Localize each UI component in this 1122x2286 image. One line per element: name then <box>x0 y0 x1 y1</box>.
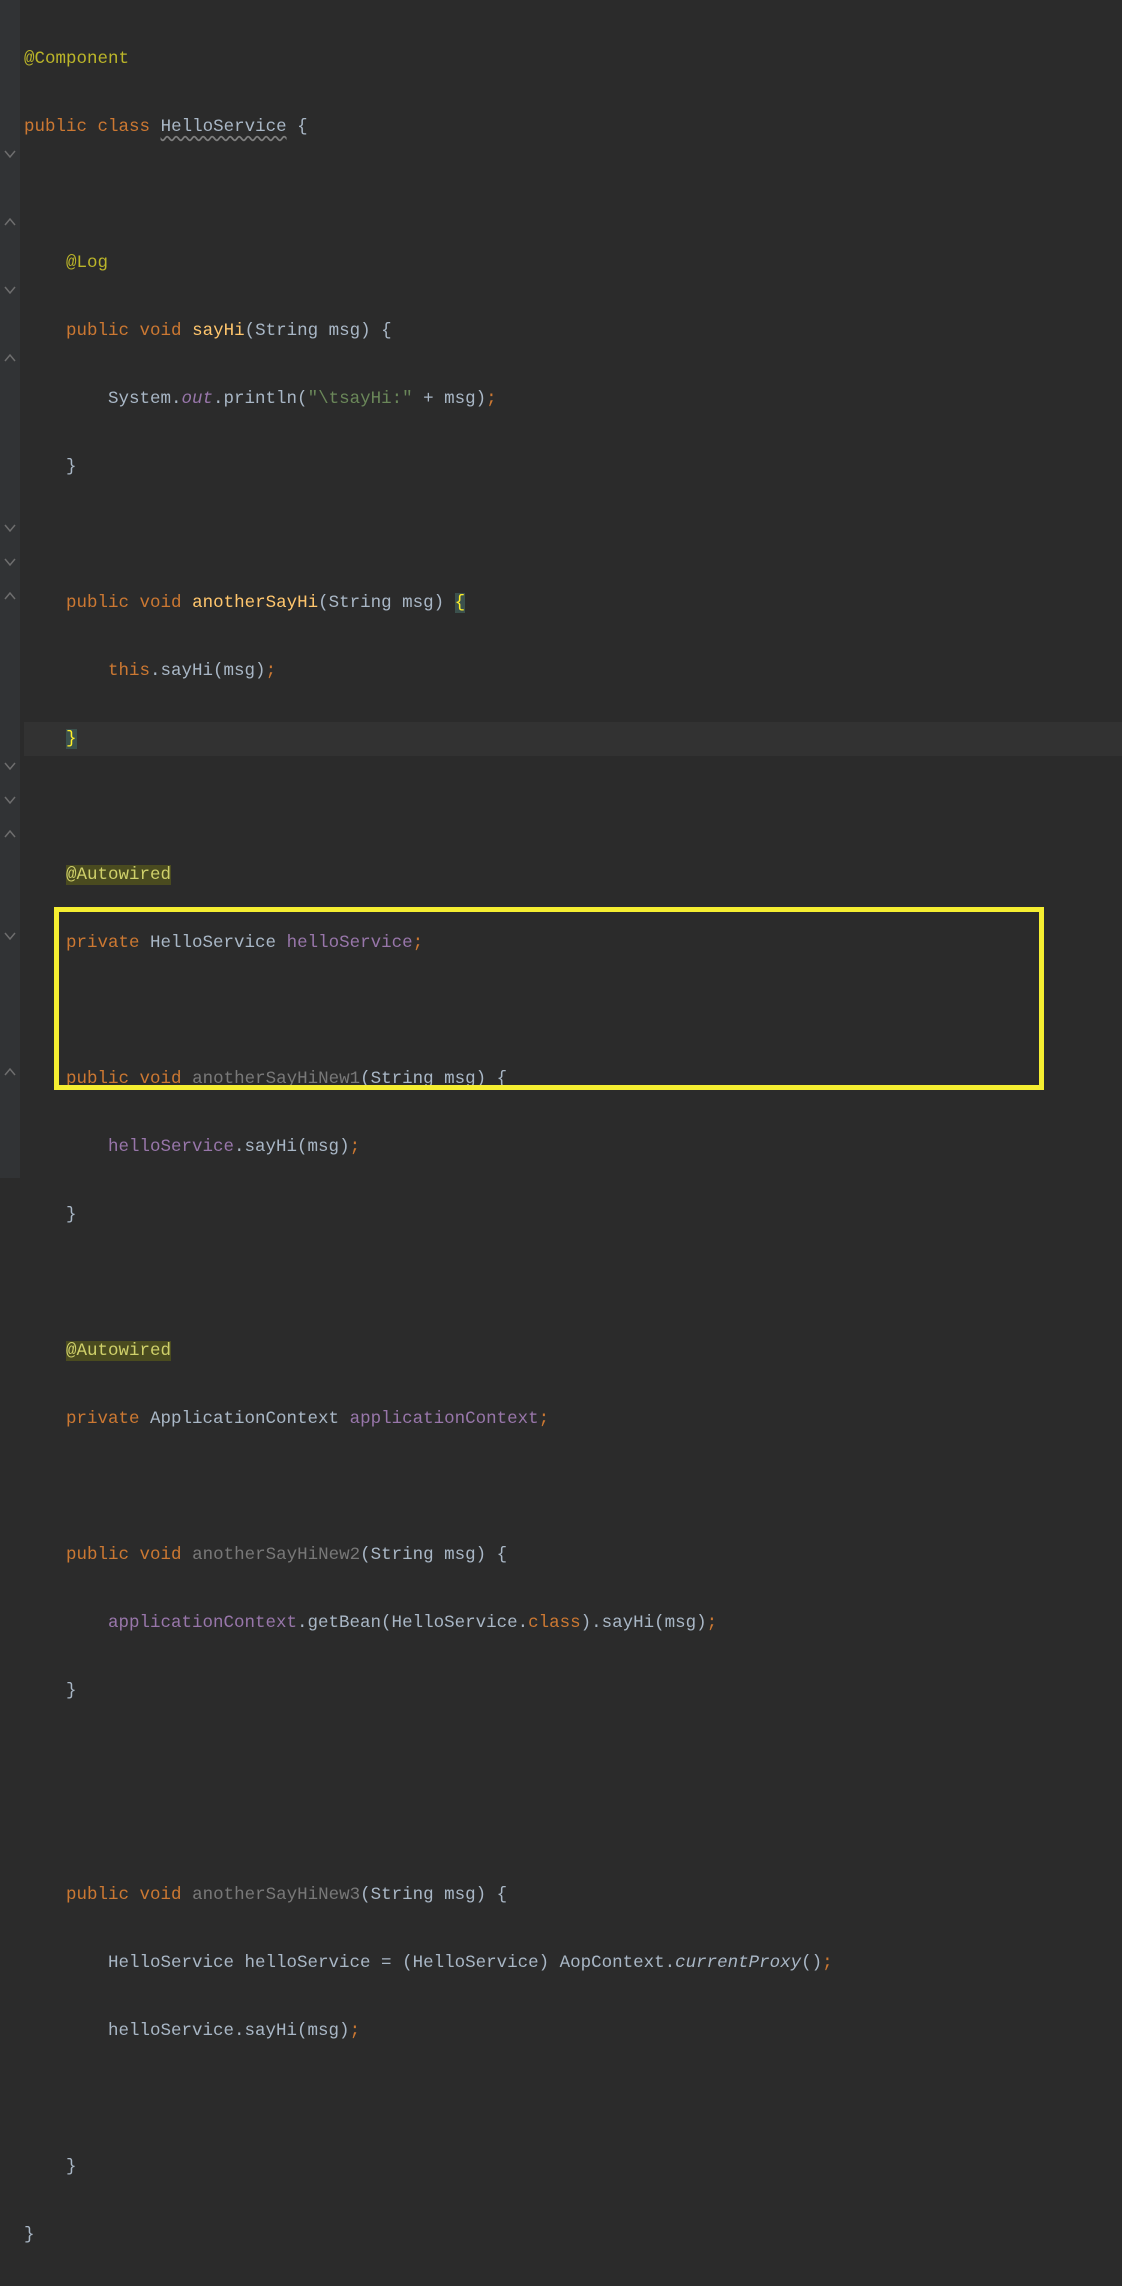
code-line[interactable]: } <box>24 1198 1122 1232</box>
code-line[interactable]: } <box>24 1674 1122 1708</box>
code-line[interactable]: public void anotherSayHiNew1(String msg)… <box>24 1062 1122 1096</box>
code-line[interactable]: public void anotherSayHiNew3(String msg)… <box>24 1878 1122 1912</box>
annotation: @Autowired <box>66 865 171 885</box>
code-line[interactable] <box>24 1742 1122 1776</box>
editor-gutter <box>0 0 20 1178</box>
code-editor[interactable]: @Component public class HelloService { @… <box>20 0 1122 2286</box>
code-line[interactable]: @Component <box>24 42 1122 76</box>
annotation: @Log <box>66 253 108 273</box>
field-name: helloService <box>287 933 413 953</box>
code-line[interactable]: @Autowired <box>24 858 1122 892</box>
annotation: @Autowired <box>66 1341 171 1361</box>
code-line[interactable]: private HelloService helloService; <box>24 926 1122 960</box>
code-line[interactable]: this.sayHi(msg); <box>24 654 1122 688</box>
code-line[interactable]: System.out.println("\tsayHi:" + msg); <box>24 382 1122 416</box>
method-name: anotherSayHiNew2 <box>192 1545 360 1565</box>
code-line[interactable]: @Log <box>24 246 1122 280</box>
code-line[interactable]: applicationContext.getBean(HelloService.… <box>24 1606 1122 1640</box>
code-line[interactable]: private ApplicationContext applicationCo… <box>24 1402 1122 1436</box>
method-name: anotherSayHiNew1 <box>192 1069 360 1089</box>
fold-start-icon[interactable] <box>3 759 17 773</box>
code-line[interactable]: HelloService helloService = (HelloServic… <box>24 1946 1122 1980</box>
code-line[interactable]: } <box>24 2150 1122 2184</box>
method-name: sayHi <box>192 321 245 341</box>
method-name: anotherSayHiNew3 <box>192 1885 360 1905</box>
code-line[interactable] <box>24 518 1122 552</box>
code-line[interactable]: helloService.sayHi(msg); <box>24 1130 1122 1164</box>
code-line[interactable]: public void sayHi(String msg) { <box>24 314 1122 348</box>
code-line-caret[interactable]: } <box>24 722 1122 756</box>
fold-start-icon[interactable] <box>3 929 17 943</box>
fold-start-icon[interactable] <box>3 283 17 297</box>
code-line[interactable]: helloService.sayHi(msg); <box>24 2014 1122 2048</box>
code-line[interactable]: } <box>24 2218 1122 2252</box>
brace-match: { <box>455 593 466 613</box>
code-line[interactable]: } <box>24 450 1122 484</box>
fold-end-icon[interactable] <box>3 827 17 841</box>
fold-end-icon[interactable] <box>3 589 17 603</box>
code-line[interactable]: public void anotherSayHi(String msg) { <box>24 586 1122 620</box>
code-line[interactable] <box>24 790 1122 824</box>
code-line[interactable] <box>24 1266 1122 1300</box>
fold-start-icon[interactable] <box>3 521 17 535</box>
fold-end-icon[interactable] <box>3 351 17 365</box>
code-line[interactable] <box>24 178 1122 212</box>
code-line[interactable] <box>24 994 1122 1028</box>
code-line[interactable] <box>24 2082 1122 2116</box>
code-line[interactable]: public class HelloService { <box>24 110 1122 144</box>
code-line[interactable]: @Autowired <box>24 1334 1122 1368</box>
annotation: @Component <box>24 49 129 69</box>
field-name: applicationContext <box>350 1409 539 1429</box>
fold-start-icon[interactable] <box>3 555 17 569</box>
code-line[interactable] <box>24 1470 1122 1504</box>
brace-match: } <box>66 729 77 749</box>
fold-start-icon[interactable] <box>3 793 17 807</box>
fold-end-icon[interactable] <box>3 215 17 229</box>
fold-start-icon[interactable] <box>3 147 17 161</box>
code-line[interactable]: public void anotherSayHiNew2(String msg)… <box>24 1538 1122 1572</box>
code-line[interactable] <box>24 1810 1122 1844</box>
class-name: HelloService <box>161 117 287 137</box>
method-name: anotherSayHi <box>192 593 318 613</box>
fold-end-icon[interactable] <box>3 1065 17 1079</box>
